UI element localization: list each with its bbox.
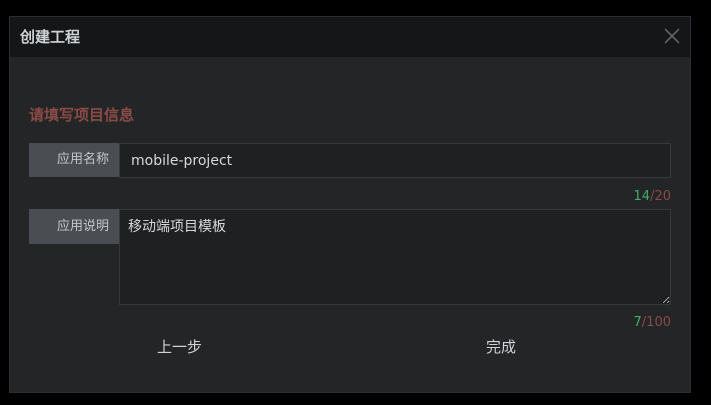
form-heading: 请填写项目信息	[29, 106, 135, 124]
dialog-title: 创建工程	[20, 28, 81, 46]
previous-step-button[interactable]: 上一步	[157, 337, 202, 357]
close-icon	[664, 28, 680, 44]
app-description-char-count: 7	[633, 315, 642, 330]
create-project-dialog: 创建工程 请填写项目信息 应用名称 14/20 应用说明 移动端项目模板 7/1…	[9, 16, 691, 393]
close-button[interactable]	[662, 26, 682, 46]
app-name-char-counter: 14/20	[634, 189, 671, 205]
app-description-char-counter: 7/100	[634, 315, 672, 331]
finish-button[interactable]: 完成	[486, 337, 516, 357]
app-description-char-limit: 100	[646, 315, 671, 330]
app-name-char-count: 14	[633, 189, 651, 204]
app-name-label: 应用名称	[29, 143, 119, 177]
dialog-titlebar: 创建工程	[10, 17, 690, 57]
app-name-char-limit: 20	[654, 189, 671, 204]
app-description-textarea[interactable]: 移动端项目模板	[119, 209, 671, 305]
app-description-label: 应用说明	[29, 209, 119, 244]
app-name-input[interactable]	[119, 143, 671, 178]
